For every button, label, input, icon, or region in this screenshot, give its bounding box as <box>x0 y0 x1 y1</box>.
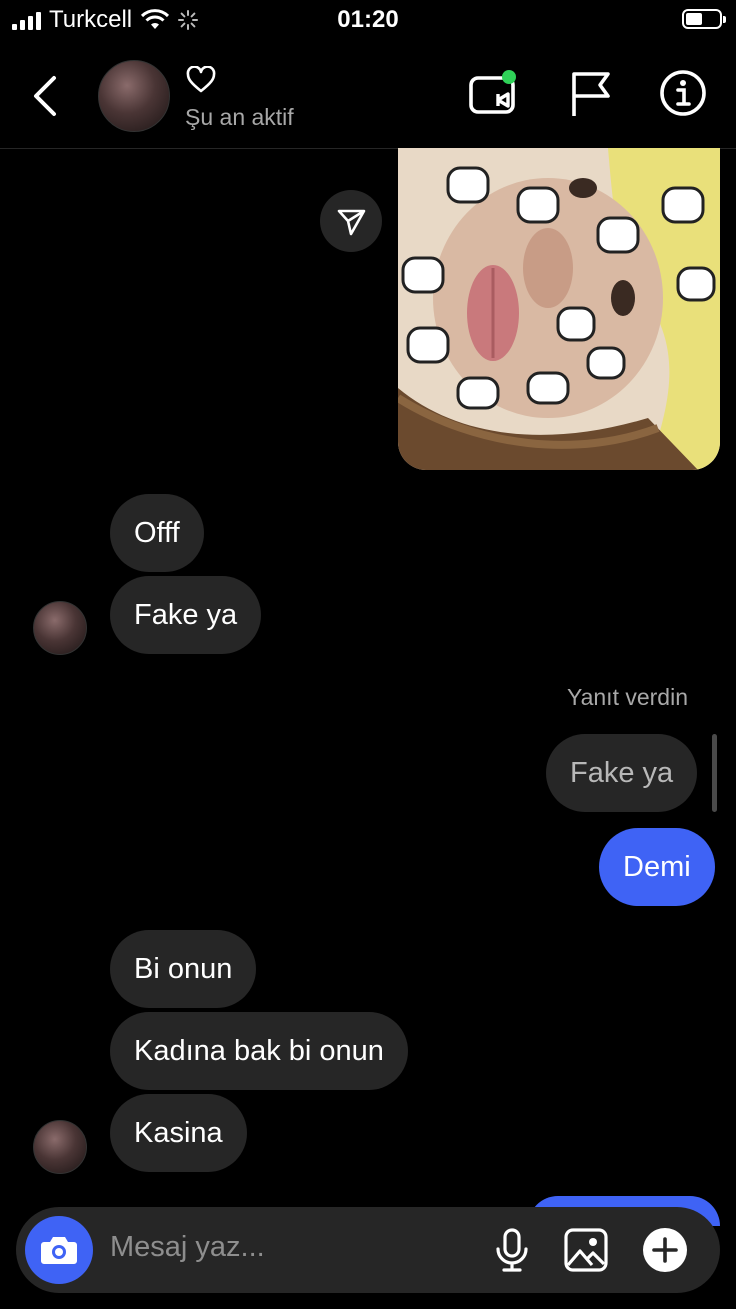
online-dot <box>502 70 516 84</box>
back-chevron-icon[interactable] <box>28 74 64 118</box>
message-bubble-incoming[interactable]: Bi onun <box>110 930 257 1008</box>
message-input[interactable]: Mesaj yaz... <box>110 1231 265 1264</box>
reply-indicator-bar <box>712 734 717 812</box>
status-bar: Turkcell 01:20 <box>0 0 736 44</box>
contact-avatar[interactable] <box>98 60 170 132</box>
active-status: Şu an aktif <box>185 104 294 130</box>
clock: 01:20 <box>337 6 399 33</box>
gallery-icon[interactable] <box>563 1227 609 1273</box>
message-composer: Mesaj yaz... <box>16 1207 720 1293</box>
message-bubble-incoming[interactable]: Offf <box>110 494 204 572</box>
info-icon[interactable] <box>658 68 708 118</box>
message-bubble-outgoing[interactable]: Demi <box>599 828 715 906</box>
share-button[interactable] <box>320 190 382 252</box>
quoted-message[interactable]: Fake ya <box>546 734 698 812</box>
microphone-icon[interactable] <box>489 1227 535 1273</box>
plus-icon[interactable] <box>642 1227 688 1273</box>
send-arrow-icon <box>337 209 366 236</box>
message-bubble-incoming[interactable]: Fake ya <box>110 576 262 654</box>
shared-photo[interactable] <box>398 148 720 470</box>
message-bubble-incoming[interactable]: Kadına bak bi onun <box>110 1012 408 1090</box>
sender-avatar[interactable] <box>33 1120 87 1174</box>
replied-label: Yanıt verdin <box>566 684 688 710</box>
video-call-icon[interactable] <box>468 68 518 118</box>
sender-avatar[interactable] <box>33 601 87 655</box>
camera-button[interactable] <box>25 1216 93 1284</box>
flag-icon[interactable] <box>566 68 616 118</box>
camera-icon <box>41 1237 77 1264</box>
heart-icon[interactable] <box>186 66 216 94</box>
chat-header: Şu an aktif <box>0 44 736 149</box>
battery-icon <box>682 9 726 29</box>
message-bubble-incoming[interactable]: Kasina <box>110 1094 247 1172</box>
